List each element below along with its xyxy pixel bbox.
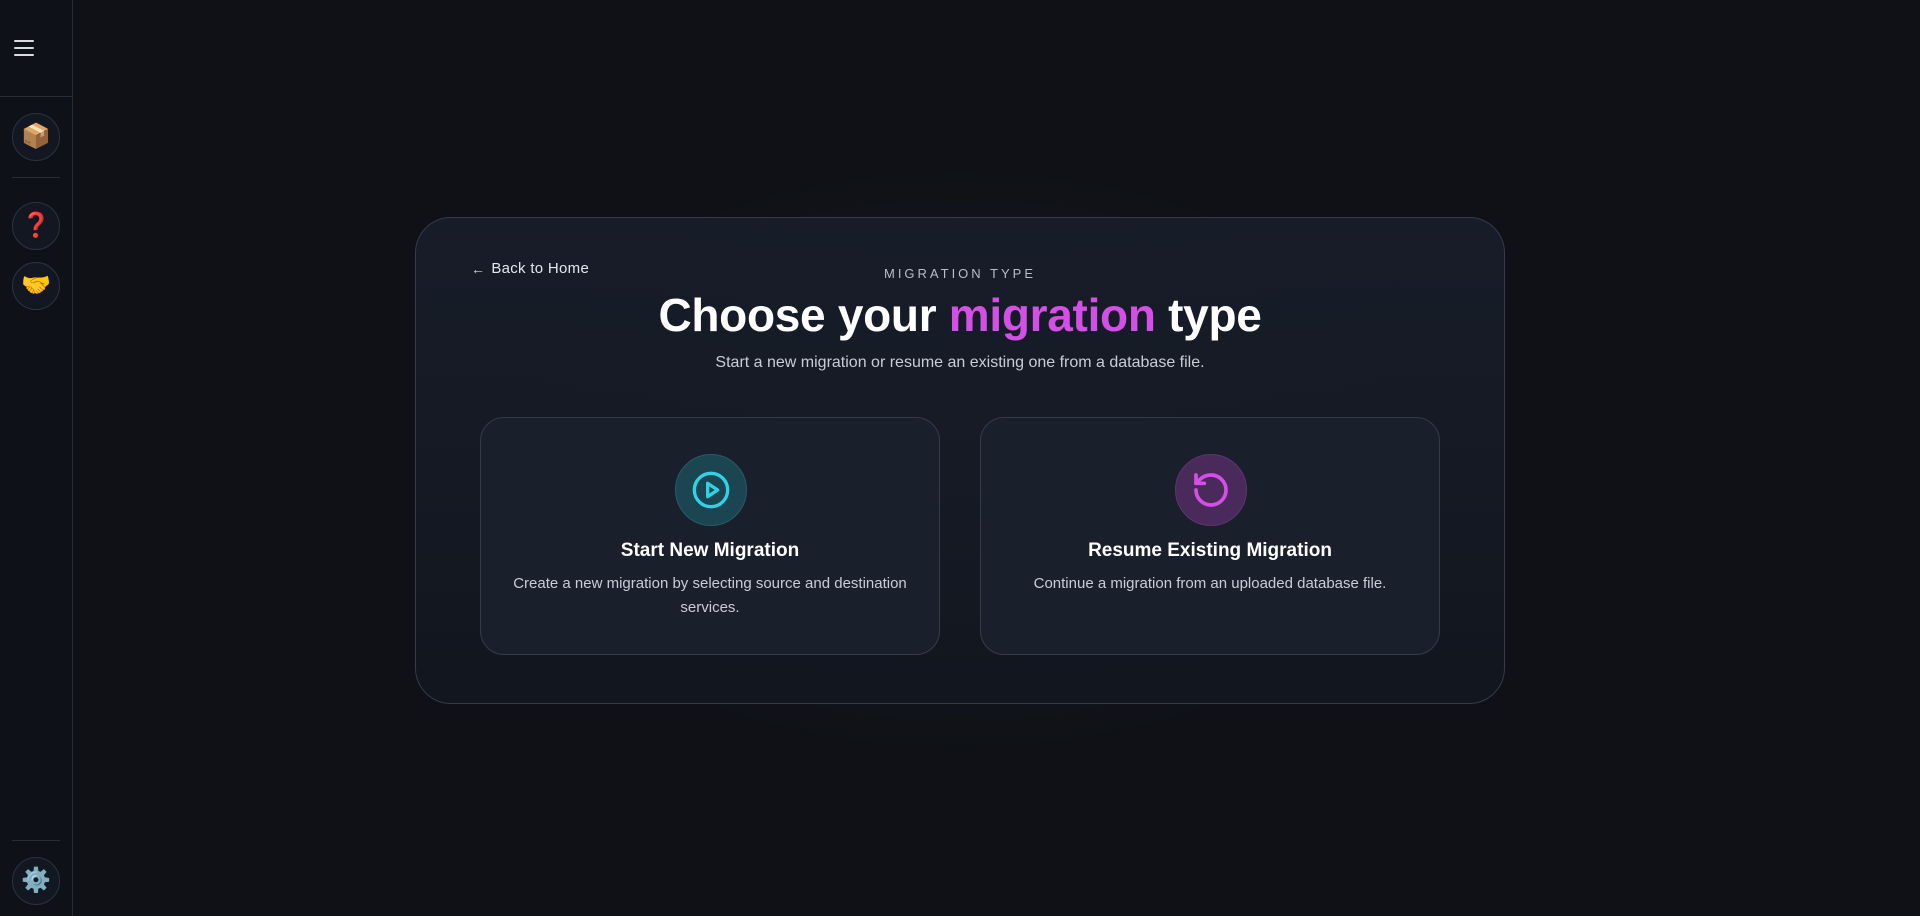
hamburger-menu-icon[interactable] [14, 36, 42, 60]
option-description: Create a new migration by selecting sour… [513, 575, 907, 616]
sidebar-item-settings[interactable]: ⚙️ [12, 857, 60, 905]
sidebar-item-package[interactable]: 📦 [12, 113, 60, 161]
migration-type-panel: ← Back to Home MIGRATION TYPE Choose you… [415, 217, 1505, 704]
sidebar-divider [12, 840, 60, 841]
sidebar-divider [0, 96, 73, 97]
question-mark-icon: ❓ [21, 212, 51, 239]
gear-icon: ⚙️ [21, 867, 51, 894]
option-title: Start New Migration [620, 540, 800, 561]
sidebar: 📦 ❓ 🤝 ⚙️ [0, 0, 73, 916]
option-description: Continue a migration from an uploaded da… [1033, 575, 1387, 592]
package-icon: 📦 [21, 123, 51, 150]
play-circle-icon [675, 454, 747, 526]
handshake-icon: 🤝 [21, 272, 51, 299]
app-root: 📦 ❓ 🤝 ⚙️ ← Back to Home MIGRATION TYPE C… [0, 0, 1920, 916]
title-accent: migration [948, 289, 1156, 341]
sidebar-item-handshake[interactable]: 🤝 [12, 262, 60, 310]
rotate-ccw-icon [1175, 454, 1247, 526]
start-new-migration-card[interactable]: Start New Migration Create a new migrati… [480, 417, 940, 655]
resume-existing-migration-card[interactable]: Resume Existing Migration Continue a mig… [980, 417, 1440, 655]
main-area: ← Back to Home MIGRATION TYPE Choose you… [73, 0, 1920, 916]
title-prefix: Choose your [658, 289, 949, 341]
sidebar-item-help[interactable]: ❓ [12, 202, 60, 250]
page-title: Choose your migration type [416, 288, 1504, 342]
eyebrow-label: MIGRATION TYPE [883, 266, 1037, 281]
page-subtitle: Start a new migration or resume an exist… [715, 354, 1205, 371]
option-title: Resume Existing Migration [1088, 540, 1332, 561]
sidebar-divider [12, 177, 60, 178]
title-suffix: type [1155, 289, 1262, 341]
